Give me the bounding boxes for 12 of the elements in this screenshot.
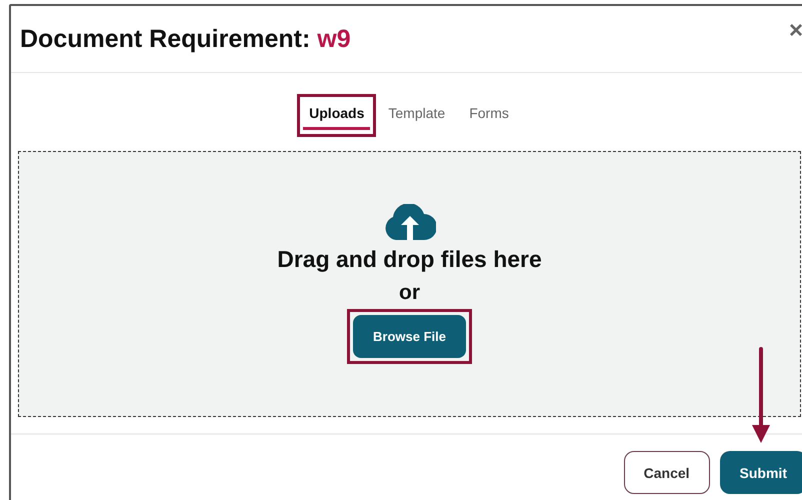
close-button[interactable]: × — [788, 17, 802, 45]
submit-button[interactable]: Submit — [720, 451, 802, 494]
tab[interactable]: Template — [382, 101, 452, 130]
tab[interactable]: Forms — [463, 101, 515, 130]
dialog-title: Document Requirement: w9 — [20, 24, 351, 54]
or-text: or — [399, 281, 420, 305]
tab[interactable]: Uploads — [303, 101, 370, 130]
drop-prompt: Drag and drop files here — [277, 246, 542, 273]
cloud-upload-icon — [384, 204, 436, 240]
drop-zone[interactable]: Drag and drop files here or Browse File — [18, 151, 801, 417]
cancel-button[interactable]: Cancel — [624, 451, 710, 494]
browse-file-button[interactable]: Browse File — [353, 315, 466, 358]
